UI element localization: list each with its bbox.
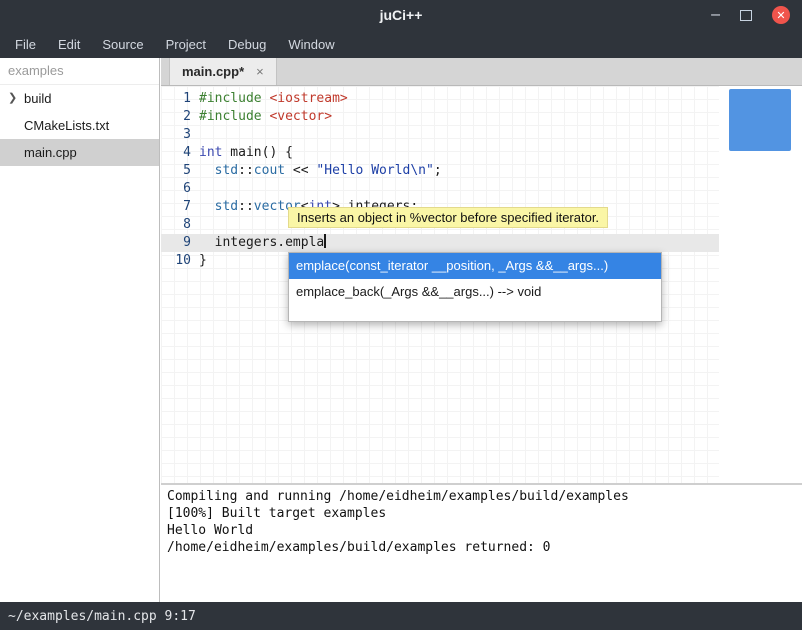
tree-item-label: build	[24, 91, 51, 106]
code-text: int main() {	[199, 144, 293, 162]
tab-close-icon[interactable]: ×	[256, 64, 264, 79]
menu-item-debug[interactable]: Debug	[217, 32, 277, 57]
line-number: 8	[161, 216, 199, 234]
text-cursor	[324, 234, 326, 248]
menu-item-window[interactable]: Window	[277, 32, 345, 57]
terminal-output: Compiling and running /home/eidheim/exam…	[161, 485, 802, 602]
menu-item-file[interactable]: File	[4, 32, 47, 57]
tree-item-cmakelists-txt[interactable]: CMakeLists.txt	[0, 112, 159, 139]
terminal-line: [100%] Built target examples	[167, 505, 796, 522]
completion-item[interactable]: emplace(const_iterator __position, _Args…	[289, 253, 661, 279]
scrollbar-thumb[interactable]	[729, 89, 791, 151]
tab-bar: main.cpp* ×	[161, 58, 802, 86]
close-icon[interactable]: ✕	[772, 6, 790, 24]
completion-item[interactable]: emplace_back(_Args &&__args...) --> void	[289, 279, 661, 305]
line-number: 2	[161, 108, 199, 126]
code-text: std::cout << "Hello World\n";	[199, 162, 442, 180]
menu-bar: FileEditSourceProjectDebugWindow	[0, 30, 802, 58]
line-number: 7	[161, 198, 199, 216]
sidebar-header: examples	[0, 58, 159, 85]
maximize-icon[interactable]	[740, 10, 752, 21]
line-number: 3	[161, 126, 199, 144]
code-area: 1#include <iostream>2#include <vector>34…	[161, 90, 719, 270]
code-text: integers.empla	[199, 234, 326, 252]
menu-item-project[interactable]: Project	[155, 32, 217, 57]
tab-main-cpp[interactable]: main.cpp* ×	[169, 58, 277, 85]
tree-item-build[interactable]: ❯ build	[0, 85, 159, 112]
terminal-line: /home/eidheim/examples/build/examples re…	[167, 539, 796, 556]
code-line[interactable]: 1#include <iostream>	[161, 90, 719, 108]
menu-item-source[interactable]: Source	[91, 32, 154, 57]
file-browser-sidebar: examples ❯ build CMakeLists.txt main.cpp	[0, 58, 160, 602]
tree-item-label: CMakeLists.txt	[24, 118, 109, 133]
expander-icon[interactable]: ❯	[8, 85, 17, 112]
code-line[interactable]: 4int main() {	[161, 144, 719, 162]
doc-tooltip: Inserts an object in %vector before spec…	[288, 207, 608, 228]
code-text: }	[199, 252, 207, 270]
code-line[interactable]: 6	[161, 180, 719, 198]
minimize-icon[interactable]: –	[711, 8, 720, 22]
code-line[interactable]: 3	[161, 126, 719, 144]
line-number: 9	[161, 234, 199, 252]
window-controls: – ✕	[711, 0, 790, 30]
line-number: 5	[161, 162, 199, 180]
file-tree: ❯ build CMakeLists.txt main.cpp	[0, 85, 159, 166]
terminal-line: Compiling and running /home/eidheim/exam…	[167, 488, 796, 505]
code-text: #include <vector>	[199, 108, 332, 126]
terminal-line: Hello World	[167, 522, 796, 539]
code-text: #include <iostream>	[199, 90, 348, 108]
code-line[interactable]: 9 integers.empla	[161, 234, 719, 252]
tree-item-label: main.cpp	[24, 145, 77, 160]
line-number: 1	[161, 90, 199, 108]
status-bar: ~/examples/main.cpp 9:17	[0, 602, 802, 630]
menu-item-edit[interactable]: Edit	[47, 32, 91, 57]
line-number: 10	[161, 252, 199, 270]
tree-item-main-cpp[interactable]: main.cpp	[0, 139, 159, 166]
tab-label: main.cpp*	[182, 64, 244, 79]
line-number: 6	[161, 180, 199, 198]
code-line[interactable]: 2#include <vector>	[161, 108, 719, 126]
title-bar: juCi++ – ✕	[0, 0, 802, 30]
status-text: ~/examples/main.cpp 9:17	[8, 609, 196, 624]
code-line[interactable]: 5 std::cout << "Hello World\n";	[161, 162, 719, 180]
completion-popup: emplace(const_iterator __position, _Args…	[288, 252, 662, 322]
line-number: 4	[161, 144, 199, 162]
editor[interactable]: 1#include <iostream>2#include <vector>34…	[161, 86, 802, 483]
window-title: juCi++	[0, 0, 802, 30]
